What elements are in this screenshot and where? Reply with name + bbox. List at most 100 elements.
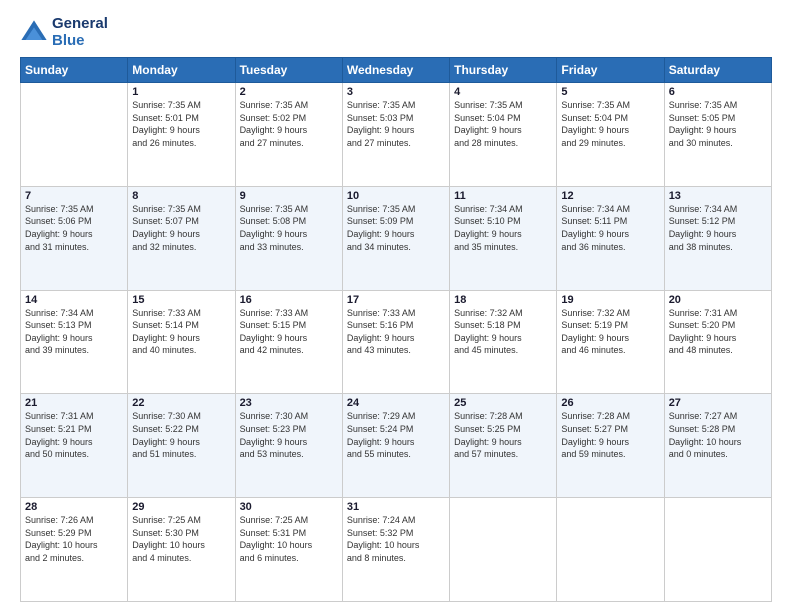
day-number: 20 <box>669 294 767 306</box>
day-info: Sunrise: 7:33 AM Sunset: 5:16 PM Dayligh… <box>347 307 445 357</box>
day-number: 2 <box>240 86 338 98</box>
day-info: Sunrise: 7:35 AM Sunset: 5:01 PM Dayligh… <box>132 99 230 149</box>
day-info: Sunrise: 7:35 AM Sunset: 5:02 PM Dayligh… <box>240 99 338 149</box>
calendar-cell: 31Sunrise: 7:24 AM Sunset: 5:32 PM Dayli… <box>342 498 449 602</box>
calendar-header-friday: Friday <box>557 58 664 83</box>
day-info: Sunrise: 7:34 AM Sunset: 5:12 PM Dayligh… <box>669 203 767 253</box>
day-info: Sunrise: 7:32 AM Sunset: 5:19 PM Dayligh… <box>561 307 659 357</box>
calendar-cell: 9Sunrise: 7:35 AM Sunset: 5:08 PM Daylig… <box>235 186 342 290</box>
calendar-cell: 25Sunrise: 7:28 AM Sunset: 5:25 PM Dayli… <box>450 394 557 498</box>
calendar-cell: 6Sunrise: 7:35 AM Sunset: 5:05 PM Daylig… <box>664 83 771 187</box>
day-info: Sunrise: 7:35 AM Sunset: 5:09 PM Dayligh… <box>347 203 445 253</box>
day-info: Sunrise: 7:35 AM Sunset: 5:04 PM Dayligh… <box>454 99 552 149</box>
day-info: Sunrise: 7:35 AM Sunset: 5:08 PM Dayligh… <box>240 203 338 253</box>
calendar-week-1: 1Sunrise: 7:35 AM Sunset: 5:01 PM Daylig… <box>21 83 772 187</box>
header: General Blue <box>20 16 772 49</box>
day-info: Sunrise: 7:27 AM Sunset: 5:28 PM Dayligh… <box>669 410 767 460</box>
day-number: 30 <box>240 501 338 513</box>
calendar-cell: 15Sunrise: 7:33 AM Sunset: 5:14 PM Dayli… <box>128 290 235 394</box>
day-number: 7 <box>25 190 123 202</box>
calendar-header-tuesday: Tuesday <box>235 58 342 83</box>
day-number: 28 <box>25 501 123 513</box>
day-number: 27 <box>669 397 767 409</box>
calendar-cell <box>557 498 664 602</box>
page: General Blue SundayMondayTuesdayWednesda… <box>0 0 792 612</box>
day-info: Sunrise: 7:35 AM Sunset: 5:04 PM Dayligh… <box>561 99 659 149</box>
day-number: 3 <box>347 86 445 98</box>
day-number: 31 <box>347 501 445 513</box>
calendar-header-thursday: Thursday <box>450 58 557 83</box>
day-number: 5 <box>561 86 659 98</box>
day-info: Sunrise: 7:35 AM Sunset: 5:03 PM Dayligh… <box>347 99 445 149</box>
calendar-table: SundayMondayTuesdayWednesdayThursdayFrid… <box>20 57 772 602</box>
day-info: Sunrise: 7:28 AM Sunset: 5:25 PM Dayligh… <box>454 410 552 460</box>
calendar-header-sunday: Sunday <box>21 58 128 83</box>
day-info: Sunrise: 7:31 AM Sunset: 5:21 PM Dayligh… <box>25 410 123 460</box>
day-number: 4 <box>454 86 552 98</box>
day-info: Sunrise: 7:34 AM Sunset: 5:10 PM Dayligh… <box>454 203 552 253</box>
logo-icon <box>20 19 48 47</box>
day-number: 23 <box>240 397 338 409</box>
day-info: Sunrise: 7:29 AM Sunset: 5:24 PM Dayligh… <box>347 410 445 460</box>
day-number: 17 <box>347 294 445 306</box>
calendar-cell: 18Sunrise: 7:32 AM Sunset: 5:18 PM Dayli… <box>450 290 557 394</box>
calendar-header-wednesday: Wednesday <box>342 58 449 83</box>
calendar-cell: 29Sunrise: 7:25 AM Sunset: 5:30 PM Dayli… <box>128 498 235 602</box>
calendar-cell: 12Sunrise: 7:34 AM Sunset: 5:11 PM Dayli… <box>557 186 664 290</box>
calendar-cell: 23Sunrise: 7:30 AM Sunset: 5:23 PM Dayli… <box>235 394 342 498</box>
day-info: Sunrise: 7:26 AM Sunset: 5:29 PM Dayligh… <box>25 514 123 564</box>
calendar-cell: 20Sunrise: 7:31 AM Sunset: 5:20 PM Dayli… <box>664 290 771 394</box>
day-info: Sunrise: 7:34 AM Sunset: 5:13 PM Dayligh… <box>25 307 123 357</box>
day-info: Sunrise: 7:30 AM Sunset: 5:23 PM Dayligh… <box>240 410 338 460</box>
day-number: 18 <box>454 294 552 306</box>
calendar-cell: 8Sunrise: 7:35 AM Sunset: 5:07 PM Daylig… <box>128 186 235 290</box>
day-number: 15 <box>132 294 230 306</box>
calendar-cell: 16Sunrise: 7:33 AM Sunset: 5:15 PM Dayli… <box>235 290 342 394</box>
day-info: Sunrise: 7:32 AM Sunset: 5:18 PM Dayligh… <box>454 307 552 357</box>
calendar-cell: 19Sunrise: 7:32 AM Sunset: 5:19 PM Dayli… <box>557 290 664 394</box>
day-info: Sunrise: 7:35 AM Sunset: 5:07 PM Dayligh… <box>132 203 230 253</box>
day-number: 6 <box>669 86 767 98</box>
day-info: Sunrise: 7:35 AM Sunset: 5:06 PM Dayligh… <box>25 203 123 253</box>
day-number: 10 <box>347 190 445 202</box>
calendar-cell: 27Sunrise: 7:27 AM Sunset: 5:28 PM Dayli… <box>664 394 771 498</box>
day-number: 26 <box>561 397 659 409</box>
day-number: 19 <box>561 294 659 306</box>
calendar-cell: 3Sunrise: 7:35 AM Sunset: 5:03 PM Daylig… <box>342 83 449 187</box>
day-number: 29 <box>132 501 230 513</box>
day-number: 1 <box>132 86 230 98</box>
day-number: 24 <box>347 397 445 409</box>
calendar-cell: 2Sunrise: 7:35 AM Sunset: 5:02 PM Daylig… <box>235 83 342 187</box>
calendar-cell: 14Sunrise: 7:34 AM Sunset: 5:13 PM Dayli… <box>21 290 128 394</box>
calendar-cell: 28Sunrise: 7:26 AM Sunset: 5:29 PM Dayli… <box>21 498 128 602</box>
day-info: Sunrise: 7:34 AM Sunset: 5:11 PM Dayligh… <box>561 203 659 253</box>
calendar-cell: 21Sunrise: 7:31 AM Sunset: 5:21 PM Dayli… <box>21 394 128 498</box>
calendar-cell: 13Sunrise: 7:34 AM Sunset: 5:12 PM Dayli… <box>664 186 771 290</box>
day-info: Sunrise: 7:35 AM Sunset: 5:05 PM Dayligh… <box>669 99 767 149</box>
calendar-cell: 10Sunrise: 7:35 AM Sunset: 5:09 PM Dayli… <box>342 186 449 290</box>
day-info: Sunrise: 7:25 AM Sunset: 5:30 PM Dayligh… <box>132 514 230 564</box>
day-number: 11 <box>454 190 552 202</box>
day-number: 21 <box>25 397 123 409</box>
calendar-header-row: SundayMondayTuesdayWednesdayThursdayFrid… <box>21 58 772 83</box>
calendar-cell: 4Sunrise: 7:35 AM Sunset: 5:04 PM Daylig… <box>450 83 557 187</box>
day-info: Sunrise: 7:25 AM Sunset: 5:31 PM Dayligh… <box>240 514 338 564</box>
calendar-cell: 22Sunrise: 7:30 AM Sunset: 5:22 PM Dayli… <box>128 394 235 498</box>
day-info: Sunrise: 7:33 AM Sunset: 5:15 PM Dayligh… <box>240 307 338 357</box>
day-info: Sunrise: 7:30 AM Sunset: 5:22 PM Dayligh… <box>132 410 230 460</box>
day-info: Sunrise: 7:33 AM Sunset: 5:14 PM Dayligh… <box>132 307 230 357</box>
calendar-cell <box>21 83 128 187</box>
day-number: 22 <box>132 397 230 409</box>
day-number: 8 <box>132 190 230 202</box>
calendar-cell <box>664 498 771 602</box>
calendar-week-4: 21Sunrise: 7:31 AM Sunset: 5:21 PM Dayli… <box>21 394 772 498</box>
calendar-week-3: 14Sunrise: 7:34 AM Sunset: 5:13 PM Dayli… <box>21 290 772 394</box>
day-number: 25 <box>454 397 552 409</box>
logo-text: General Blue <box>52 16 108 49</box>
calendar-cell: 26Sunrise: 7:28 AM Sunset: 5:27 PM Dayli… <box>557 394 664 498</box>
calendar-cell: 17Sunrise: 7:33 AM Sunset: 5:16 PM Dayli… <box>342 290 449 394</box>
day-info: Sunrise: 7:31 AM Sunset: 5:20 PM Dayligh… <box>669 307 767 357</box>
day-number: 13 <box>669 190 767 202</box>
calendar-cell: 7Sunrise: 7:35 AM Sunset: 5:06 PM Daylig… <box>21 186 128 290</box>
logo: General Blue <box>20 16 108 49</box>
